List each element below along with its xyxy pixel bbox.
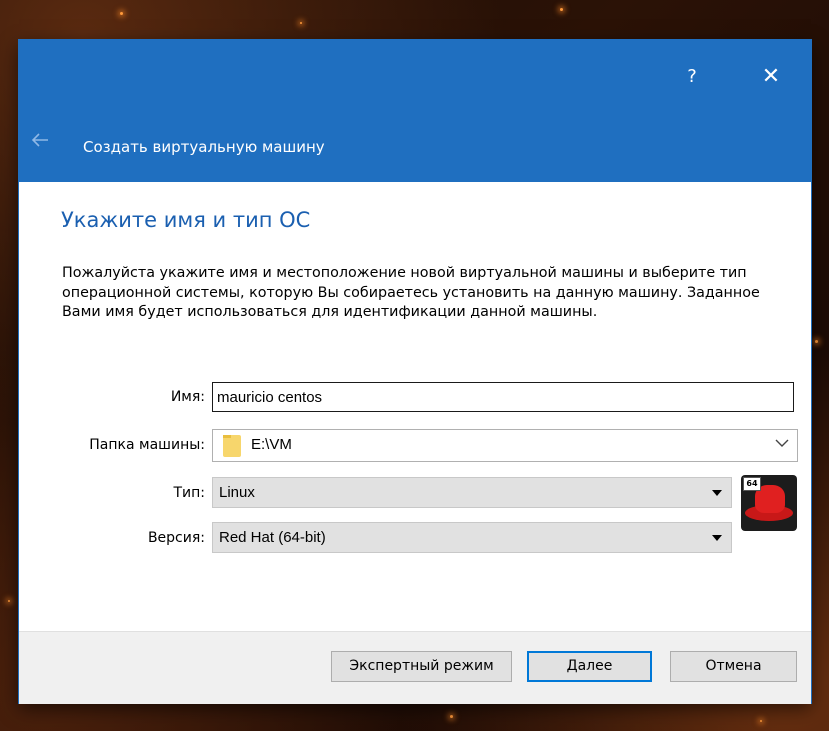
- background-spark: [815, 340, 818, 343]
- next-button[interactable]: Далее: [527, 651, 652, 682]
- redhat-os-icon: 64: [741, 475, 797, 531]
- background-spark: [300, 22, 302, 24]
- help-button[interactable]: ?: [669, 60, 715, 94]
- type-label: Тип:: [173, 485, 205, 501]
- type-select[interactable]: Linux: [212, 477, 732, 508]
- background-spark: [560, 8, 563, 11]
- background-spark: [760, 720, 762, 722]
- version-value: Red Hat (64-bit): [219, 529, 326, 546]
- background-spark: [8, 600, 10, 602]
- chevron-down-icon[interactable]: [775, 436, 789, 452]
- version-label: Версия:: [147, 530, 205, 546]
- folder-icon: [223, 435, 241, 457]
- os-64-badge: 64: [743, 477, 761, 491]
- page-description: Пожалуйста укажите имя и местоположение …: [62, 265, 760, 320]
- dropdown-arrow-icon: [712, 535, 722, 541]
- type-value: Linux: [219, 484, 255, 501]
- dropdown-arrow-icon: [712, 490, 722, 496]
- folder-label: Папка машины:: [89, 437, 205, 453]
- create-vm-dialog: ? ✕ Создать виртуальную машину Укажите и…: [19, 40, 811, 704]
- background-spark: [450, 715, 453, 718]
- dialog-title: Создать виртуальную машину: [83, 138, 325, 156]
- name-label: Имя:: [170, 389, 205, 405]
- back-arrow-icon[interactable]: [31, 130, 55, 154]
- background-spark: [120, 12, 123, 15]
- folder-value: E:\VM: [251, 436, 292, 453]
- close-button[interactable]: ✕: [748, 60, 794, 94]
- name-input[interactable]: [212, 382, 794, 412]
- page-heading: Укажите имя и тип ОС: [61, 208, 311, 232]
- cancel-button[interactable]: Отмена: [670, 651, 797, 682]
- version-select[interactable]: Red Hat (64-bit): [212, 522, 732, 553]
- folder-combobox[interactable]: E:\VM: [212, 429, 798, 462]
- expert-mode-button[interactable]: Экспертный режим: [331, 651, 512, 682]
- dialog-titlebar: ? ✕ Создать виртуальную машину: [19, 40, 811, 182]
- dialog-footer: Экспертный режим Далее Отмена: [19, 631, 811, 704]
